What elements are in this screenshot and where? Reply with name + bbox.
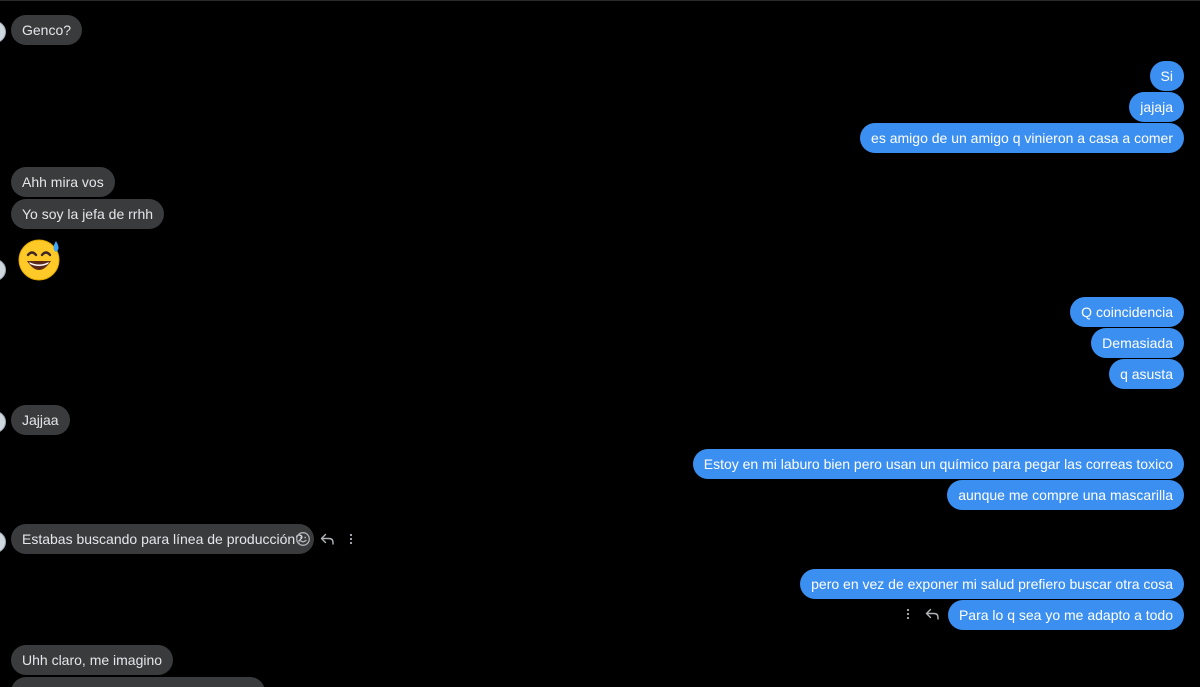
incoming-message[interactable]: Yo soy la jefa de rrhh [11,199,165,229]
more-options-icon[interactable] [899,605,917,623]
contact-avatar[interactable] [0,21,6,43]
outgoing-message[interactable]: jajaja [1129,92,1184,122]
outgoing-message[interactable]: Si [1149,61,1184,91]
outgoing-message[interactable]: Q coincidencia [1070,297,1184,327]
contact-avatar[interactable] [0,411,6,433]
chat-thread: Genco? Si jajaja es amigo de un amigo q … [0,0,1200,687]
outgoing-message[interactable]: q asusta [1109,359,1184,389]
react-icon[interactable] [294,530,312,548]
incoming-message[interactable]: Estabas buscando para línea de producció… [11,524,314,554]
reply-icon[interactable] [923,605,941,623]
grinning-face-with-sweat-icon[interactable] [18,237,62,281]
contact-avatar[interactable] [0,531,6,553]
outgoing-message[interactable]: Estoy en mi laburo bien pero usan un quí… [692,449,1184,479]
incoming-message-partial[interactable] [11,677,265,687]
message-actions [294,530,360,548]
outgoing-message[interactable]: Demasiada [1091,328,1184,358]
outgoing-message[interactable]: Para lo q sea yo me adapto a todo [947,600,1184,630]
reply-icon[interactable] [318,530,336,548]
incoming-message[interactable]: Uhh claro, me imagino [11,645,174,675]
incoming-message[interactable]: Jajjaa [11,405,70,435]
more-options-icon[interactable] [342,530,360,548]
incoming-message[interactable]: Ahh mira vos [11,167,115,197]
outgoing-message[interactable]: es amigo de un amigo q vinieron a casa a… [860,123,1184,153]
outgoing-message[interactable]: aunque me compre una mascarilla [947,480,1184,510]
contact-avatar[interactable] [0,259,6,281]
outgoing-message[interactable]: pero en vez de exponer mi salud prefiero… [800,569,1184,599]
incoming-message[interactable]: Genco? [11,15,83,45]
